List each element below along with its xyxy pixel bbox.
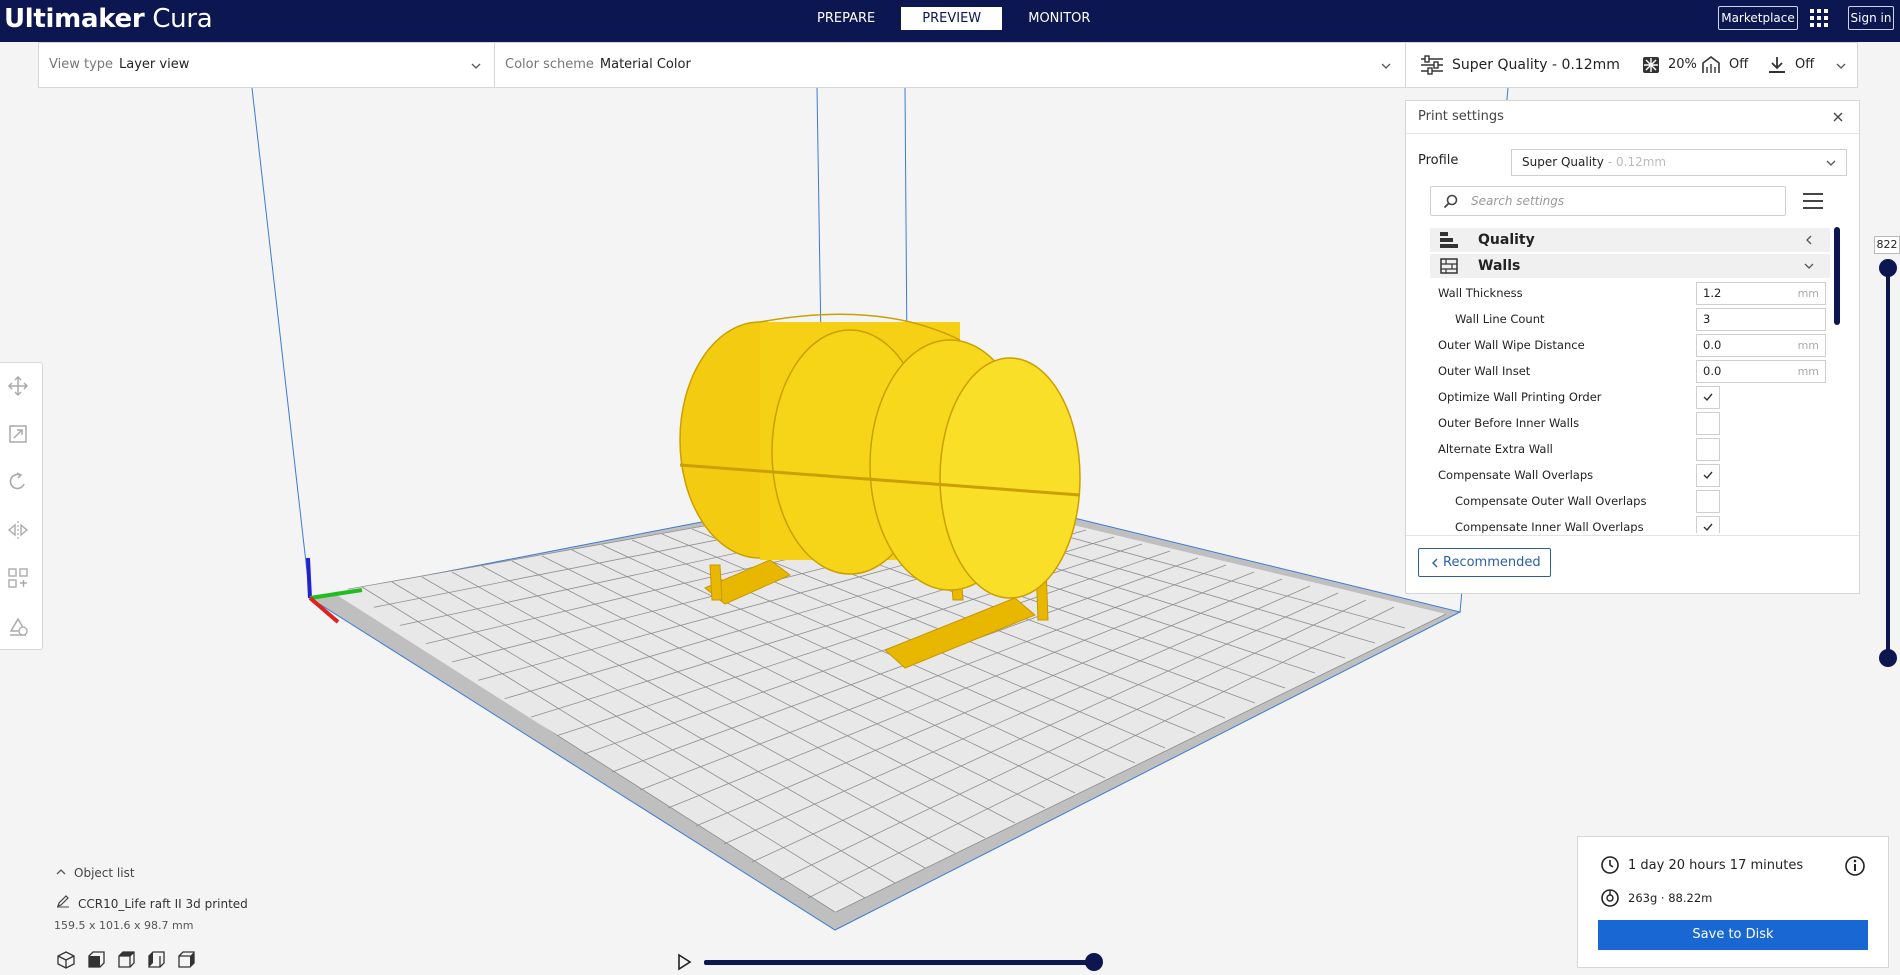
compensate-wall-overlaps-checkbox[interactable] bbox=[1696, 464, 1720, 487]
close-icon[interactable] bbox=[1831, 110, 1845, 124]
adhesion-summary: Off bbox=[1767, 43, 1814, 87]
search-settings-input[interactable]: Search settings bbox=[1430, 186, 1786, 216]
recommended-button[interactable]: Recommended bbox=[1418, 548, 1551, 577]
object-list-toggle[interactable]: Object list bbox=[56, 864, 135, 882]
infill-summary: 20% bbox=[1642, 43, 1697, 87]
settings-menu-icon[interactable] bbox=[1803, 193, 1823, 209]
panel-header: Print settings bbox=[1406, 101, 1859, 134]
wall-line-count-input[interactable]: 3 bbox=[1696, 308, 1826, 331]
sign-in-button[interactable]: Sign in bbox=[1848, 6, 1894, 30]
tab-prepare[interactable]: PREPARE bbox=[805, 7, 887, 30]
right-view-icon[interactable] bbox=[176, 950, 196, 970]
3d-view-icon[interactable] bbox=[56, 950, 76, 970]
object-dimensions: 159.5 x 101.6 x 98.7 mm bbox=[54, 919, 194, 932]
infill-icon bbox=[1643, 57, 1659, 73]
pencil-icon bbox=[57, 895, 69, 908]
quality-icon bbox=[1440, 232, 1458, 248]
checkmark-icon bbox=[1703, 523, 1713, 532]
compensate-inner-wall-checkbox[interactable] bbox=[1696, 516, 1720, 533]
setting-wall-line-count: Wall Line Count 3 bbox=[1430, 306, 1830, 332]
settings-list: Quality Walls Wall Thickness 1.2 mm Wall … bbox=[1430, 228, 1830, 533]
checkmark-icon bbox=[1703, 393, 1713, 402]
stage-tabs: PREPARE PREVIEW MONITOR bbox=[805, 7, 1116, 30]
chevron-down-icon bbox=[1381, 63, 1391, 69]
chevron-left-icon bbox=[1806, 235, 1812, 245]
top-bar: Ultimaker Cura PREPARE PREVIEW MONITOR M… bbox=[0, 0, 1900, 42]
category-walls[interactable]: Walls bbox=[1430, 254, 1830, 278]
setting-wall-thickness: Wall Thickness 1.2 mm bbox=[1430, 280, 1830, 306]
setting-outer-wall-inset: Outer Wall Inset 0.0 mm bbox=[1430, 358, 1830, 384]
chevron-down-icon bbox=[1826, 160, 1836, 166]
scale-icon[interactable] bbox=[7, 423, 29, 445]
outer-before-inner-checkbox[interactable] bbox=[1696, 412, 1720, 435]
chevron-down-icon bbox=[1804, 263, 1814, 269]
setting-compensate-outer-wall-overlaps: Compensate Outer Wall Overlaps bbox=[1430, 488, 1830, 514]
tab-preview[interactable]: PREVIEW bbox=[901, 7, 1003, 30]
compensate-outer-wall-checkbox[interactable] bbox=[1696, 490, 1720, 513]
support-summary: Off bbox=[1701, 43, 1748, 87]
wall-thickness-input[interactable]: 1.2 mm bbox=[1696, 282, 1826, 305]
rotate-icon[interactable] bbox=[7, 471, 29, 493]
clock-icon bbox=[1601, 856, 1619, 874]
outer-wall-wipe-distance-input[interactable]: 0.0 mm bbox=[1696, 334, 1826, 357]
checkmark-icon bbox=[1703, 471, 1713, 480]
app-logo: Ultimaker Cura bbox=[4, 4, 213, 34]
print-time: 1 day 20 hours 17 minutes bbox=[1600, 853, 1803, 877]
play-icon[interactable] bbox=[676, 953, 692, 971]
save-to-disk-button[interactable]: Save to Disk bbox=[1598, 920, 1868, 950]
setting-compensate-inner-wall-overlaps: Compensate Inner Wall Overlaps bbox=[1430, 514, 1830, 533]
print-setup-selector[interactable]: Super Quality - 0.12mm 20% Off Off bbox=[1405, 42, 1858, 88]
per-model-settings-icon[interactable] bbox=[7, 567, 29, 589]
setting-outer-before-inner-walls: Outer Before Inner Walls bbox=[1430, 410, 1830, 436]
layer-number-input[interactable]: 822 bbox=[1874, 236, 1900, 254]
path-slider-track[interactable] bbox=[704, 960, 1094, 965]
layer-slider-top-handle[interactable] bbox=[1879, 259, 1897, 277]
support-icon bbox=[1702, 56, 1720, 73]
marketplace-button[interactable]: Marketplace bbox=[1718, 6, 1798, 30]
chevron-down-icon bbox=[1836, 63, 1846, 69]
print-settings-panel: Print settings Profile Super Quality - 0.… bbox=[1405, 100, 1860, 594]
setting-outer-wall-wipe-distance: Outer Wall Wipe Distance 0.0 mm bbox=[1430, 332, 1830, 358]
setting-alternate-extra-wall: Alternate Extra Wall bbox=[1430, 436, 1830, 462]
sliders-icon bbox=[1421, 55, 1443, 75]
camera-view-buttons bbox=[56, 950, 206, 970]
panel-footer: Recommended bbox=[1406, 535, 1859, 593]
print-estimate-panel: 1 day 20 hours 17 minutes 263g · 88.22m … bbox=[1577, 836, 1889, 968]
left-toolbar bbox=[0, 362, 43, 650]
adhesion-icon bbox=[1769, 57, 1785, 73]
setting-compensate-wall-overlaps: Compensate Wall Overlaps bbox=[1430, 462, 1830, 488]
object-name-row[interactable]: CCR10_Life raft II 3d printed bbox=[56, 894, 248, 912]
setting-optimize-wall-printing-order: Optimize Wall Printing Order bbox=[1430, 384, 1830, 410]
apps-grid-icon[interactable] bbox=[1810, 9, 1828, 27]
chevron-up-icon bbox=[56, 869, 66, 875]
chevron-down-icon bbox=[471, 63, 481, 69]
spool-icon bbox=[1601, 889, 1619, 907]
front-view-icon[interactable] bbox=[86, 950, 106, 970]
layer-slider-track[interactable] bbox=[1886, 268, 1890, 658]
left-view-icon[interactable] bbox=[146, 950, 166, 970]
path-slider-handle[interactable] bbox=[1085, 953, 1103, 971]
outer-wall-inset-input[interactable]: 0.0 mm bbox=[1696, 360, 1826, 383]
material-usage: 263g · 88.22m bbox=[1600, 886, 1712, 910]
walls-icon bbox=[1440, 258, 1458, 274]
category-quality[interactable]: Quality bbox=[1430, 228, 1830, 252]
color-scheme-select[interactable]: Color scheme Material Color bbox=[505, 43, 691, 87]
mirror-icon[interactable] bbox=[7, 519, 29, 541]
top-view-icon[interactable] bbox=[116, 950, 136, 970]
tab-monitor[interactable]: MONITOR bbox=[1016, 7, 1102, 30]
profile-row: Profile Super Quality - 0.12mm bbox=[1418, 149, 1848, 176]
info-icon[interactable] bbox=[1844, 855, 1866, 877]
profile-dropdown[interactable]: Super Quality - 0.12mm bbox=[1511, 149, 1847, 176]
chevron-left-icon bbox=[1432, 558, 1438, 568]
alternate-extra-wall-checkbox[interactable] bbox=[1696, 438, 1720, 461]
search-icon bbox=[1443, 194, 1458, 209]
settings-scrollbar[interactable] bbox=[1834, 227, 1840, 325]
profile-summary: Super Quality - 0.12mm bbox=[1420, 43, 1620, 87]
move-icon[interactable] bbox=[7, 375, 29, 397]
support-blocker-icon[interactable] bbox=[7, 615, 29, 637]
layer-slider-bottom-handle[interactable] bbox=[1879, 649, 1897, 667]
optimize-wall-order-checkbox[interactable] bbox=[1696, 386, 1720, 409]
view-type-select[interactable]: View type Layer view bbox=[49, 43, 189, 87]
